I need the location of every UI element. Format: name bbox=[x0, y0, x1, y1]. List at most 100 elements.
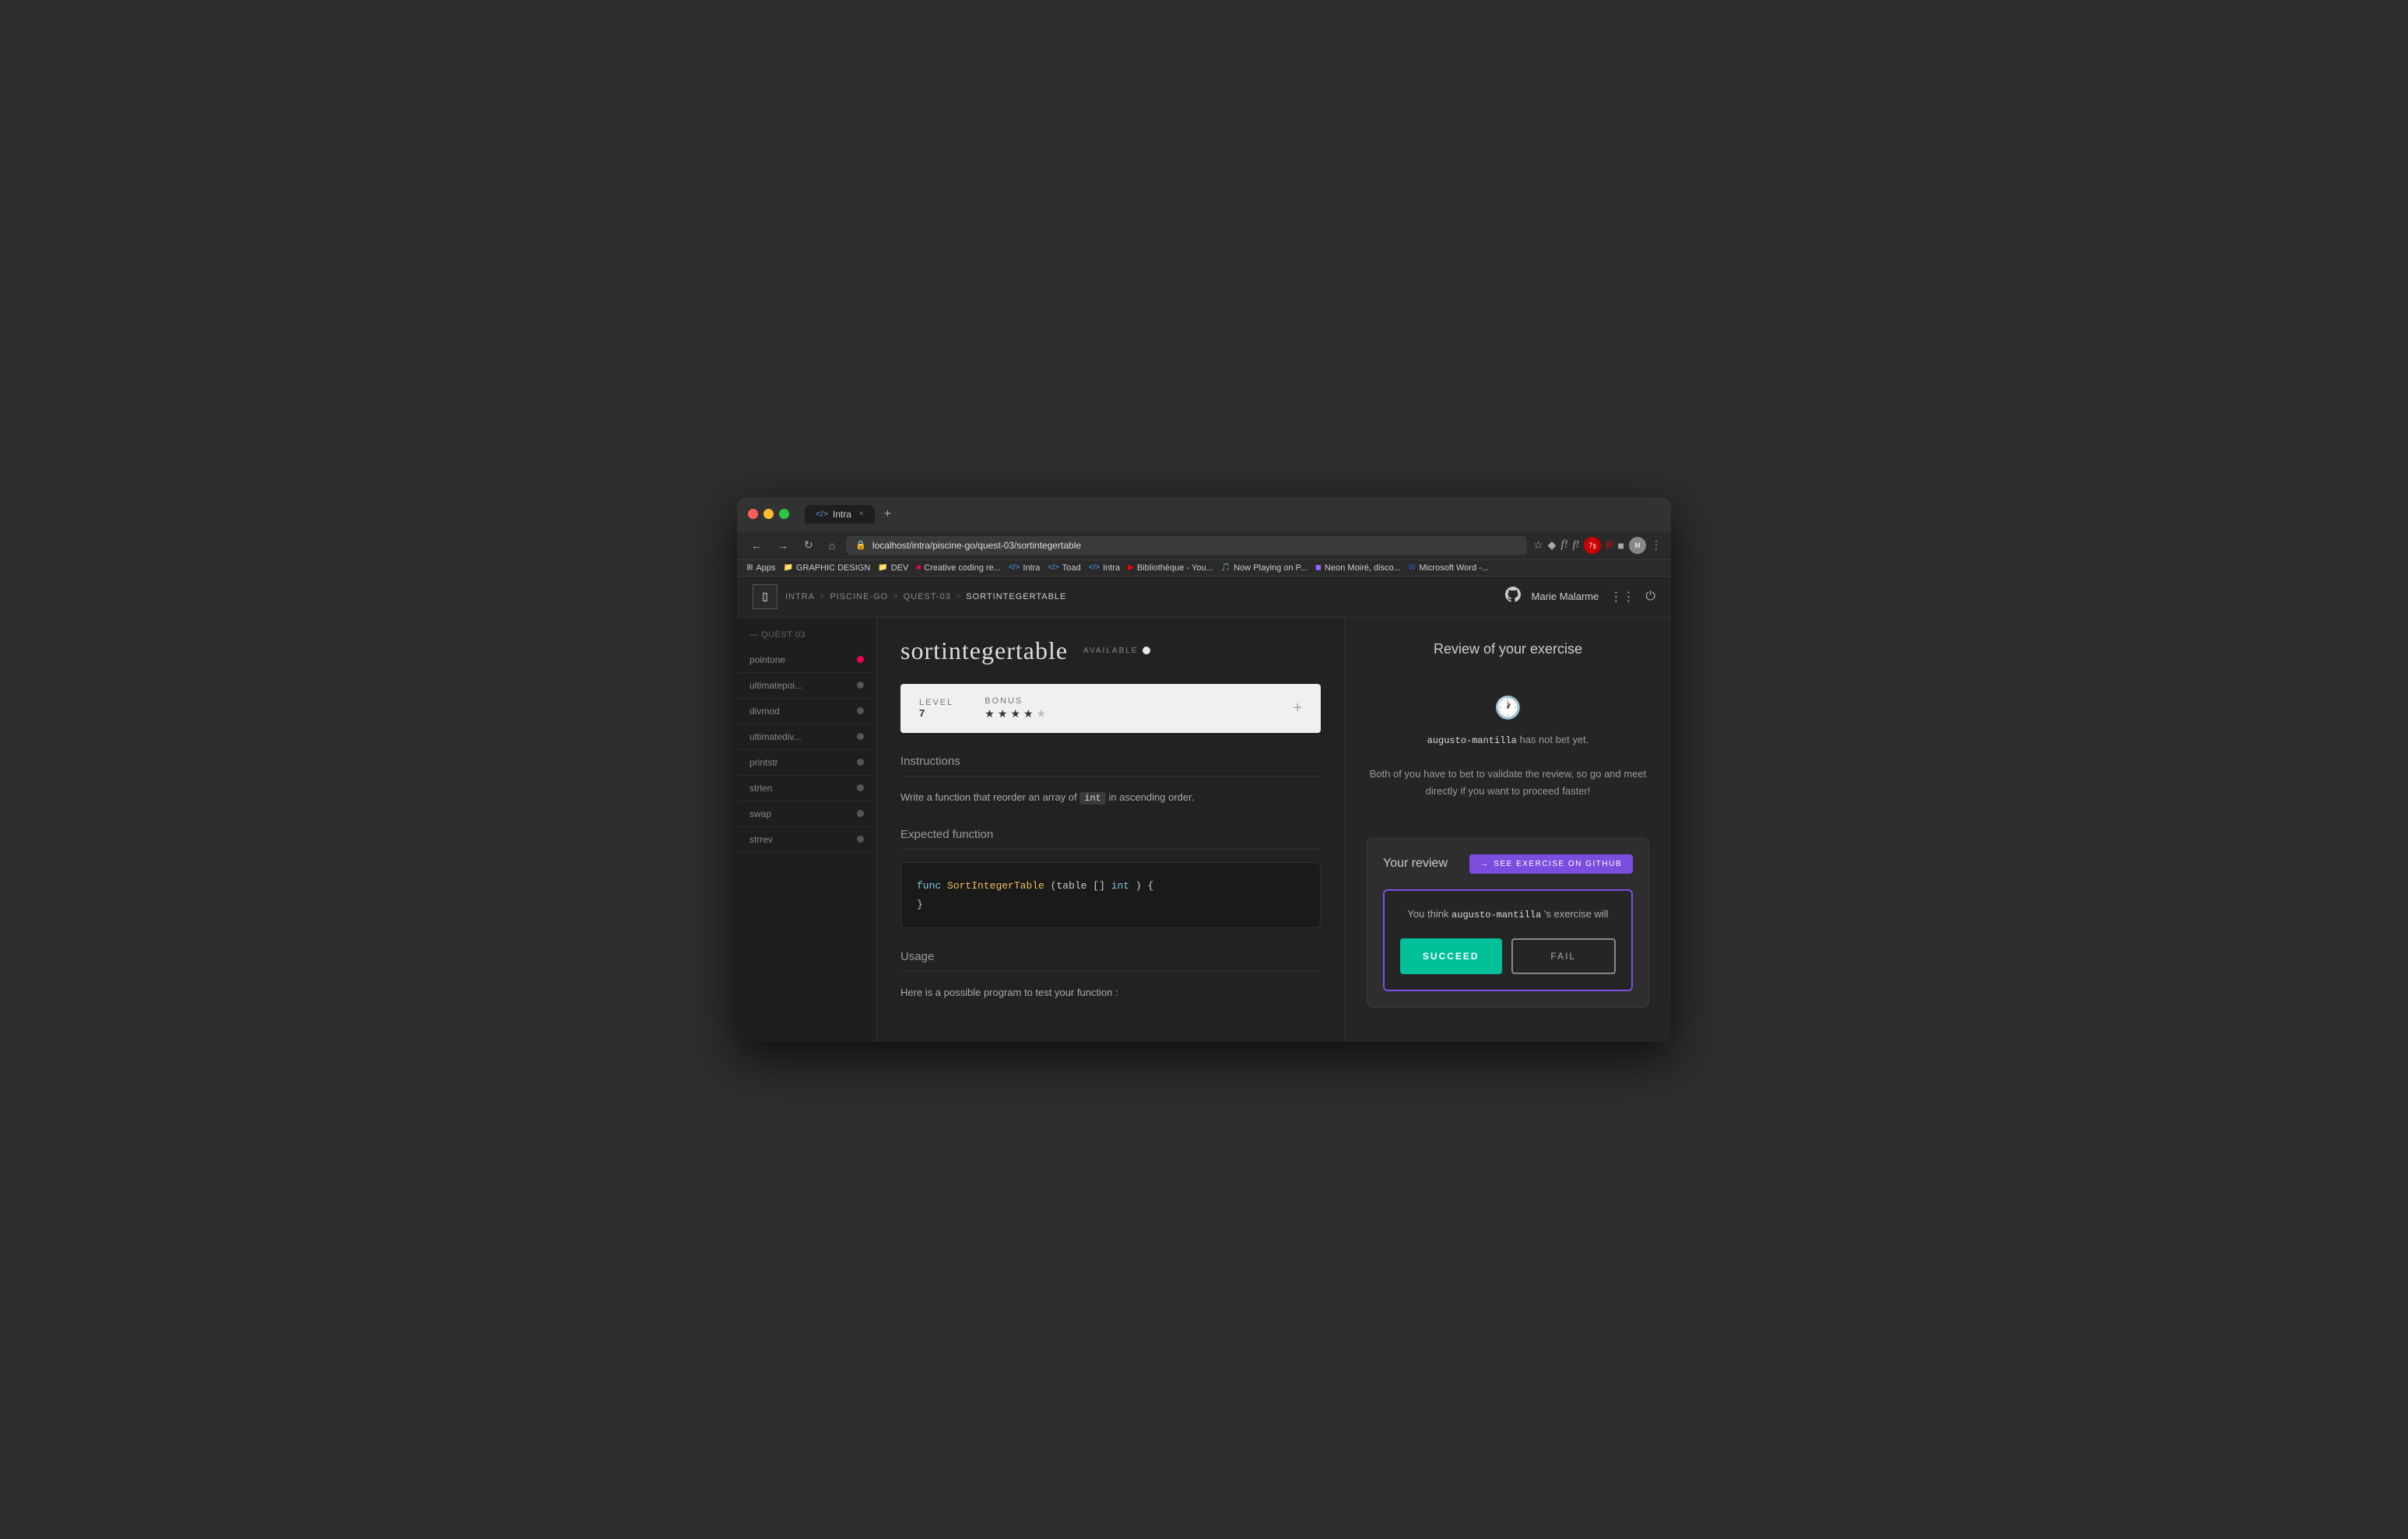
extension2-icon[interactable]: ■ bbox=[1618, 539, 1624, 552]
maximize-traffic-light[interactable] bbox=[779, 509, 789, 519]
forward-button[interactable]: → bbox=[773, 537, 793, 554]
bookmark-intra1-label: Intra bbox=[1023, 563, 1040, 573]
usage-section: Usage Here is a possible program to test… bbox=[900, 950, 1321, 1001]
lock-icon: 🔒 bbox=[855, 540, 866, 550]
sidebar-item-ultimatepoi[interactable]: ultimatepoi... bbox=[737, 673, 876, 699]
sidebar-section-title: — QUEST 03 bbox=[737, 630, 876, 647]
close-traffic-light[interactable] bbox=[748, 509, 758, 519]
sidebar-dot-ultimatepoi bbox=[857, 682, 864, 689]
code-tag-icon-3: </> bbox=[1089, 563, 1100, 572]
review-actions: SUCCEED FAIL bbox=[1400, 938, 1616, 974]
tab-area: </> Intra × + bbox=[805, 505, 896, 524]
bookmark-dev-label: DEV bbox=[891, 563, 909, 573]
power-icon[interactable]: ⏻ bbox=[1645, 590, 1655, 604]
bookmark-graphic-design[interactable]: 📁 GRAPHIC DESIGN bbox=[783, 563, 870, 573]
font-icon[interactable]: f! bbox=[1560, 538, 1567, 552]
apps-grid-icon: ⊞ bbox=[746, 563, 753, 572]
reload-button[interactable]: ↻ bbox=[799, 536, 818, 554]
header-right: Marie Malarme ⋮⋮ ⏻ bbox=[1505, 587, 1655, 606]
waiting-text-2: Both of you have to bet to validate the … bbox=[1370, 768, 1647, 797]
extensions-icon[interactable]: ◆ bbox=[1548, 538, 1557, 552]
instructions-section: Instructions Write a function that reord… bbox=[900, 755, 1321, 806]
bookmark-graphic-design-label: GRAPHIC DESIGN bbox=[796, 563, 870, 573]
new-tab-button[interactable]: + bbox=[879, 507, 896, 521]
bonus-label: BONUS bbox=[985, 696, 1046, 706]
bookmark-bibliotheque[interactable]: ▶ Bibliothèque - You... bbox=[1128, 563, 1213, 573]
instruction-prefix: Write a function that reorder an array o… bbox=[900, 791, 1077, 803]
tab-close-button[interactable]: × bbox=[859, 510, 864, 518]
sidebar-item-divmod[interactable]: divmod bbox=[737, 699, 876, 724]
bookmark-creative-coding[interactable]: ■ Creative coding re... bbox=[916, 563, 1000, 573]
bookmark-intra1[interactable]: </> Intra bbox=[1009, 563, 1040, 573]
code-tag-icon-2: </> bbox=[1048, 563, 1058, 572]
bookmark-intra2[interactable]: </> Intra bbox=[1089, 563, 1120, 573]
breadcrumb-intra[interactable]: INTRA bbox=[785, 592, 815, 601]
address-bar[interactable]: 🔒 localhost/intra/piscine-go/quest-03/so… bbox=[846, 536, 1527, 555]
exercise-name: sortintegertable bbox=[900, 636, 1068, 665]
sidebar-label-pointone: pointone bbox=[749, 654, 785, 665]
apps-grid-header-icon[interactable]: ⋮⋮ bbox=[1609, 589, 1634, 605]
bookmark-neon-moire[interactable]: ◼ Neon Moiré, disco... bbox=[1315, 563, 1401, 573]
clock-icon: 🕐 bbox=[1367, 695, 1649, 720]
sidebar-item-ultimatediv[interactable]: ultimatediv... bbox=[737, 724, 876, 750]
breadcrumb-sep-1: > bbox=[820, 592, 825, 601]
breadcrumb-exercise[interactable]: SORTINTEGERTABLE bbox=[966, 592, 1066, 601]
sidebar-label-printstr: printstr bbox=[749, 757, 778, 768]
youtube-icon: ▶ bbox=[1128, 563, 1134, 572]
waiting-text-1: has not bet yet. bbox=[1519, 734, 1588, 745]
sidebar-item-printstr[interactable]: printstr bbox=[737, 750, 876, 776]
bookmark-star-icon[interactable]: ☆ bbox=[1533, 538, 1543, 552]
neon-icon: ◼ bbox=[1315, 563, 1322, 572]
review-text-pre: You think bbox=[1407, 908, 1451, 920]
sidebar-dot-strrev bbox=[857, 836, 864, 843]
exercise-panel: sortintegertable AVAILABLE LEVEL 7 bbox=[877, 618, 1344, 1042]
sidebar-item-swap[interactable]: swap bbox=[737, 801, 876, 827]
extension-badge[interactable]: 7ş bbox=[1584, 537, 1601, 554]
folder-icon-1: 📁 bbox=[783, 563, 792, 572]
back-button[interactable]: ← bbox=[746, 537, 767, 554]
tab-code-icon: </> bbox=[816, 510, 828, 519]
sidebar-item-strlen[interactable]: strlen bbox=[737, 776, 876, 801]
user-avatar[interactable]: M bbox=[1629, 537, 1646, 554]
code-tag-icon-1: </> bbox=[1009, 563, 1020, 572]
code-line-1: func SortIntegerTable (table [] int ) { bbox=[917, 877, 1304, 895]
music-note-icon: 🎵 bbox=[1221, 563, 1230, 572]
bookmark-dev[interactable]: 📁 DEV bbox=[878, 563, 908, 573]
your-review-card: Your review → SEE EXERCISE ON GITHUB You… bbox=[1367, 838, 1649, 1008]
code-close-paren: ) { bbox=[1136, 880, 1153, 892]
bookmark-apps[interactable]: ⊞ Apps bbox=[746, 563, 775, 573]
bookmark-bibliotheque-label: Bibliothèque - You... bbox=[1137, 563, 1213, 573]
pinterest-icon[interactable]: P bbox=[1606, 539, 1613, 552]
level-plus-button[interactable]: + bbox=[1293, 699, 1302, 717]
minimize-traffic-light[interactable] bbox=[763, 509, 774, 519]
sidebar-label-ultimatediv: ultimatediv... bbox=[749, 731, 801, 742]
home-button[interactable]: ⌂ bbox=[824, 537, 840, 554]
bookmark-toad[interactable]: </> Toad bbox=[1048, 563, 1080, 573]
fail-button[interactable]: FAIL bbox=[1511, 938, 1616, 974]
app-header: ▯ INTRA > PISCINE-GO > QUEST-03 > SORTIN… bbox=[737, 577, 1671, 618]
bookmark-apps-label: Apps bbox=[756, 563, 775, 573]
sidebar-dot-printstr bbox=[857, 759, 864, 766]
breadcrumb-quest[interactable]: QUEST-03 bbox=[904, 592, 951, 601]
github-header-icon[interactable] bbox=[1505, 587, 1521, 606]
available-badge: AVAILABLE bbox=[1083, 647, 1150, 655]
active-tab[interactable]: </> Intra × bbox=[805, 505, 875, 524]
folder-icon-2: 📁 bbox=[878, 563, 887, 572]
menu-icon[interactable]: ⋮ bbox=[1651, 538, 1662, 552]
bookmark-microsoft-word[interactable]: W Microsoft Word -... bbox=[1409, 563, 1489, 573]
review-box-username: augusto-mantilla bbox=[1451, 910, 1541, 920]
bookmark-creative-label: Creative coding re... bbox=[924, 563, 1000, 573]
sidebar-item-pointone[interactable]: pointone bbox=[737, 647, 876, 673]
available-text: AVAILABLE bbox=[1083, 647, 1138, 655]
see-on-github-button[interactable]: → SEE EXERCISE ON GITHUB bbox=[1469, 854, 1633, 874]
title-bar: </> Intra × + bbox=[737, 497, 1671, 531]
bookmark-now-playing[interactable]: 🎵 Now Playing on P... bbox=[1221, 563, 1308, 573]
sidebar-label-strrev: strrev bbox=[749, 834, 773, 845]
breadcrumb-piscine[interactable]: PISCINE-GO bbox=[830, 592, 888, 601]
review-waiting-area: 🕐 augusto-mantilla has not bet yet. Both… bbox=[1367, 679, 1649, 816]
sidebar-item-strrev[interactable]: strrev bbox=[737, 827, 876, 853]
succeed-button[interactable]: SUCCEED bbox=[1400, 938, 1502, 974]
bookmark-toad-label: Toad bbox=[1062, 563, 1081, 573]
password-icon[interactable]: f! bbox=[1573, 539, 1580, 552]
sidebar-dot-ultimatediv bbox=[857, 733, 864, 740]
